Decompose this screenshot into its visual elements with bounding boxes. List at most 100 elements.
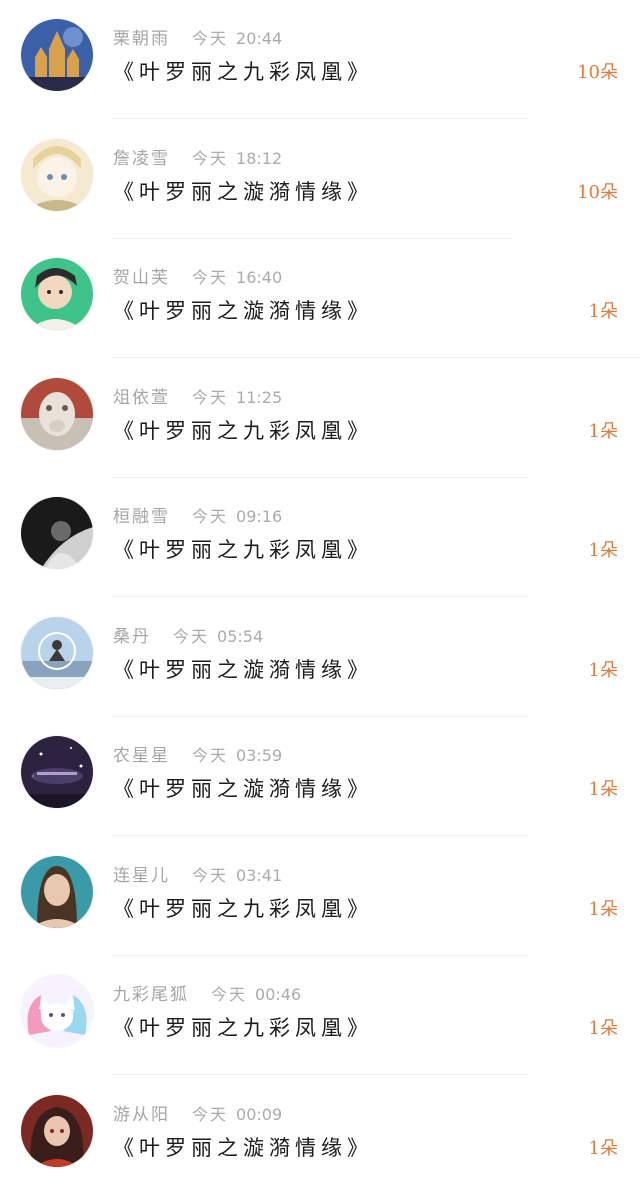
timestamp: 今天 03:41 (192, 864, 282, 888)
work-title[interactable]: 《叶罗丽之漩漪情缘》 (113, 774, 373, 804)
sender-name[interactable]: 俎依萱 (113, 386, 170, 410)
timestamp: 今天 11:25 (192, 386, 282, 410)
list-item[interactable]: 连星儿 今天 03:41 《叶罗丽之九彩凤凰》 1朵 (0, 837, 640, 956)
avatar[interactable] (21, 258, 93, 330)
avatar[interactable] (21, 139, 93, 211)
list-item[interactable]: 贺山芙 今天 16:40 《叶罗丽之漩漪情缘》 1朵 (0, 239, 640, 358)
timestamp: 今天 03:59 (192, 744, 282, 768)
fox-avatar (21, 975, 93, 1047)
timestamp: 今天 18:12 (192, 147, 282, 171)
row-divider (113, 1074, 528, 1075)
anime-boy-avatar (21, 258, 93, 330)
timestamp: 今天 00:09 (192, 1103, 282, 1127)
work-title[interactable]: 《叶罗丽之九彩凤凰》 (113, 535, 373, 565)
avatar[interactable] (21, 617, 93, 689)
sender-name[interactable]: 桑丹 (113, 625, 151, 649)
flower-count: 1朵 (588, 421, 618, 442)
timestamp-day: 今天 (192, 507, 229, 526)
timestamp-clock: 03:41 (236, 866, 283, 885)
list-item[interactable]: 詹凌雪 今天 18:12 《叶罗丽之漩漪情缘》 10朵 (0, 120, 640, 239)
sender-name[interactable]: 农星星 (113, 744, 170, 768)
swing-avatar (21, 617, 93, 689)
work-title[interactable]: 《叶罗丽之九彩凤凰》 (113, 894, 373, 924)
message-meta: 九彩尾狐 今天 00:46 (113, 983, 301, 1007)
timestamp-day: 今天 (192, 149, 229, 168)
flower-count: 1朵 (588, 899, 618, 920)
flower-count: 1朵 (588, 779, 618, 800)
sender-name[interactable]: 栗朝雨 (113, 27, 170, 51)
timestamp-day: 今天 (211, 985, 248, 1004)
list-item[interactable]: 俎依萱 今天 11:25 《叶罗丽之九彩凤凰》 1朵 (0, 359, 640, 478)
message-meta: 农星星 今天 03:59 (113, 744, 282, 768)
row-divider (113, 835, 528, 836)
message-meta: 俎依萱 今天 11:25 (113, 386, 282, 410)
avatar[interactable] (21, 856, 93, 928)
castle-avatar (21, 19, 93, 91)
row-divider (113, 118, 528, 119)
timestamp-clock: 11:25 (236, 388, 283, 407)
timestamp-clock: 00:09 (236, 1105, 283, 1124)
avatar[interactable] (21, 497, 93, 569)
message-meta: 游从阳 今天 00:09 (113, 1103, 282, 1127)
flower-count: 1朵 (588, 1018, 618, 1039)
timestamp-day: 今天 (192, 29, 229, 48)
message-meta: 桑丹 今天 05:54 (113, 625, 263, 649)
timestamp-clock: 00:46 (255, 985, 302, 1004)
work-title[interactable]: 《叶罗丽之九彩凤凰》 (113, 416, 373, 446)
timestamp-day: 今天 (192, 746, 229, 765)
timestamp-day: 今天 (192, 866, 229, 885)
timestamp: 今天 16:40 (192, 266, 282, 290)
work-title[interactable]: 《叶罗丽之漩漪情缘》 (113, 296, 373, 326)
portrait-avatar (21, 856, 93, 928)
message-meta: 连星儿 今天 03:41 (113, 864, 282, 888)
timestamp-day: 今天 (192, 268, 229, 287)
list-item[interactable]: 农星星 今天 03:59 《叶罗丽之漩漪情缘》 1朵 (0, 717, 640, 836)
timestamp-day: 今天 (192, 1105, 229, 1124)
timestamp: 今天 20:44 (192, 27, 282, 51)
list-item[interactable]: 九彩尾狐 今天 00:46 《叶罗丽之九彩凤凰》 1朵 (0, 956, 640, 1075)
avatar[interactable] (21, 975, 93, 1047)
sender-name[interactable]: 桓融雪 (113, 505, 170, 529)
flower-count: 10朵 (577, 62, 618, 83)
work-title[interactable]: 《叶罗丽之漩漪情缘》 (113, 177, 373, 207)
timestamp: 今天 00:46 (211, 983, 301, 1007)
avatar[interactable] (21, 19, 93, 91)
timestamp-clock: 03:59 (236, 746, 283, 765)
timestamp-clock: 05:54 (217, 627, 264, 646)
flower-count: 1朵 (588, 660, 618, 681)
message-meta: 桓融雪 今天 09:16 (113, 505, 282, 529)
avatar[interactable] (21, 1095, 93, 1167)
flower-count: 10朵 (577, 182, 618, 203)
alpaca-avatar (21, 378, 93, 450)
message-meta: 詹凌雪 今天 18:12 (113, 147, 282, 171)
sender-name[interactable]: 游从阳 (113, 1103, 170, 1127)
anime-princess-avatar (21, 1095, 93, 1167)
timestamp-day: 今天 (192, 388, 229, 407)
night-sky-avatar (21, 736, 93, 808)
message-meta: 栗朝雨 今天 20:44 (113, 27, 282, 51)
sender-name[interactable]: 连星儿 (113, 864, 170, 888)
list-item[interactable]: 栗朝雨 今天 20:44 《叶罗丽之九彩凤凰》 10朵 (0, 0, 640, 119)
flower-count: 1朵 (588, 540, 618, 561)
avatar[interactable] (21, 736, 93, 808)
sender-name[interactable]: 詹凌雪 (113, 147, 170, 171)
work-title[interactable]: 《叶罗丽之漩漪情缘》 (113, 655, 373, 685)
work-title[interactable]: 《叶罗丽之漩漪情缘》 (113, 1133, 373, 1163)
timestamp-day: 今天 (173, 627, 210, 646)
message-list: 栗朝雨 今天 20:44 《叶罗丽之九彩凤凰》 10朵 詹凌雪 今天 18:12 《叶罗丽之漩… (0, 0, 640, 1188)
work-title[interactable]: 《叶罗丽之九彩凤凰》 (113, 57, 373, 87)
sender-name[interactable]: 贺山芙 (113, 266, 170, 290)
row-divider (113, 596, 528, 597)
anime-girl-avatar (21, 139, 93, 211)
timestamp: 今天 09:16 (192, 505, 282, 529)
flower-count: 1朵 (588, 1138, 618, 1159)
timestamp-clock: 18:12 (236, 149, 283, 168)
list-item[interactable]: 桓融雪 今天 09:16 《叶罗丽之九彩凤凰》 1朵 (0, 478, 640, 597)
dark-photo-avatar (21, 497, 93, 569)
list-item[interactable]: 桑丹 今天 05:54 《叶罗丽之漩漪情缘》 1朵 (0, 598, 640, 717)
sender-name[interactable]: 九彩尾狐 (113, 983, 189, 1007)
list-item[interactable]: 游从阳 今天 00:09 《叶罗丽之漩漪情缘》 1朵 (0, 1076, 640, 1195)
work-title[interactable]: 《叶罗丽之九彩凤凰》 (113, 1013, 373, 1043)
avatar[interactable] (21, 378, 93, 450)
timestamp: 今天 05:54 (173, 625, 263, 649)
